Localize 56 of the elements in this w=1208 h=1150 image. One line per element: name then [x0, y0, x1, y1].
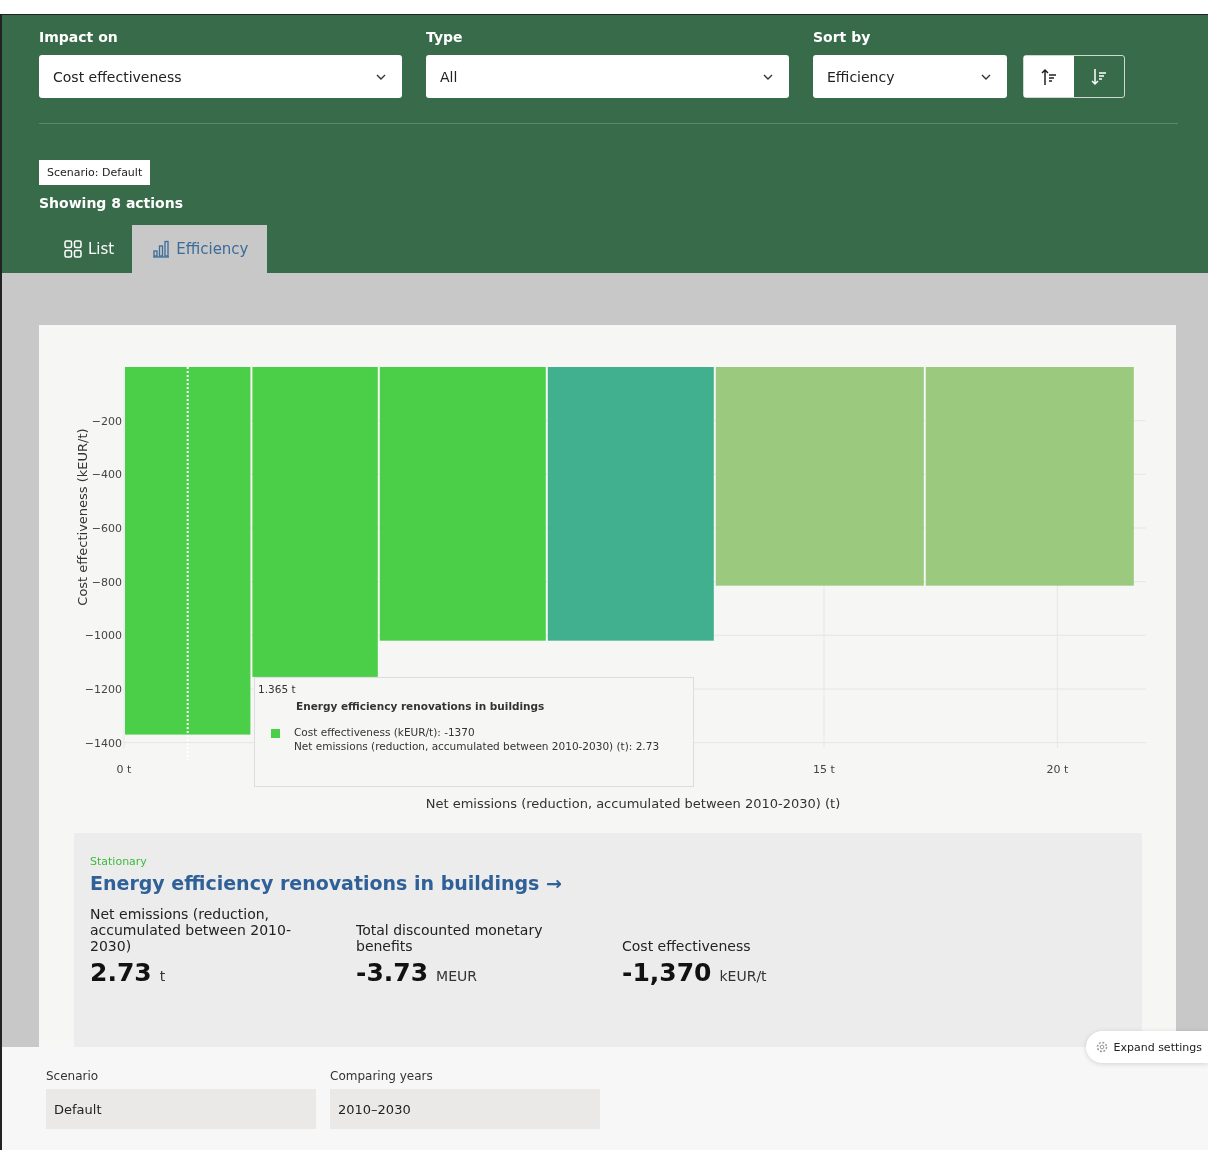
- filter-label: Impact on: [39, 29, 119, 45]
- chevron-icon: [981, 73, 991, 80]
- y-tick-label: −1200: [84, 682, 122, 696]
- y-tick-label: −400: [91, 468, 122, 482]
- metric-value: -3.73: [356, 958, 429, 987]
- dropdown[interactable]: Efficiency: [813, 55, 1007, 98]
- category-label: Stationary: [90, 855, 148, 868]
- filter-label: Sort by: [813, 29, 872, 45]
- metric-value: -1,370: [622, 958, 712, 987]
- tooltip-line: Cost effectiveness (kEUR/t): -1370: [294, 726, 476, 738]
- x-axis-title: Net emissions (reduction, accumulated between 2010-2030) (t): [425, 796, 841, 811]
- y-tick-label: −200: [91, 414, 122, 428]
- metric-unit: t: [159, 968, 166, 984]
- tooltip-line: Net emissions (reduction, accumulated between 2010-2030) (t): 2.73: [294, 740, 660, 752]
- result-count: Showing 8 actions: [39, 195, 185, 211]
- tooltip-x-value: 1.365 t: [258, 683, 297, 695]
- sort-descending-icon: [1091, 67, 1107, 86]
- chart-bar[interactable]: [715, 367, 924, 586]
- grid-icon: [64, 240, 82, 258]
- x-tick-label: 15 t: [813, 763, 835, 776]
- chart-bar[interactable]: [925, 367, 1134, 586]
- metric-label: Net emissions (reduction, accumulated between 2010-2030): [90, 906, 292, 954]
- y-tick-label: −600: [91, 522, 122, 535]
- y-axis-title: Cost effectiveness (kEUR/t): [75, 428, 90, 606]
- chart-bar[interactable]: [547, 367, 714, 641]
- view-tab[interactable]: List: [44, 225, 133, 273]
- bar-chart-icon: [152, 240, 171, 258]
- y-tick-label: −800: [91, 575, 122, 589]
- action-link[interactable]: Energy efficiency renovations in buildings →: [90, 872, 562, 894]
- sort-ascending-icon: [1041, 67, 1057, 86]
- settings-field[interactable]: Default: [46, 1089, 316, 1129]
- settings-icon: [1095, 1041, 1108, 1053]
- field-label: Scenario: [46, 1069, 100, 1083]
- scenario-tag: Scenario: Default: [39, 160, 151, 185]
- dropdown[interactable]: Cost effectiveness: [39, 55, 402, 98]
- metric-value: 2.73: [90, 958, 152, 987]
- chart-bar[interactable]: [125, 367, 251, 735]
- sort-button[interactable]: [1024, 56, 1074, 97]
- chevron-icon: [376, 73, 386, 80]
- field-label: Comparing years: [330, 1069, 434, 1083]
- metric-unit: kEUR/t: [719, 968, 767, 984]
- y-tick-label: −1000: [84, 629, 122, 643]
- x-tick-label: 0 t: [116, 763, 132, 776]
- filter-label: Type: [426, 29, 464, 45]
- chart-bar[interactable]: [379, 367, 546, 641]
- metric-unit: MEUR: [436, 968, 477, 984]
- dropdown[interactable]: All: [426, 55, 789, 98]
- expand-settings-button[interactable]: Expand settings: [1085, 1031, 1208, 1063]
- chevron-icon: [763, 73, 773, 80]
- chart-bar[interactable]: [252, 367, 378, 677]
- y-tick-label: −1400: [84, 736, 122, 750]
- settings-field[interactable]: 2010–2030: [330, 1089, 600, 1129]
- x-tick-label: 20 t: [1046, 763, 1069, 776]
- tooltip-title: Energy efficiency renovations in buildings: [296, 700, 546, 712]
- metric-label: Cost effectiveness: [622, 938, 752, 954]
- metric-label: Total discounted monetary benefits: [356, 922, 544, 954]
